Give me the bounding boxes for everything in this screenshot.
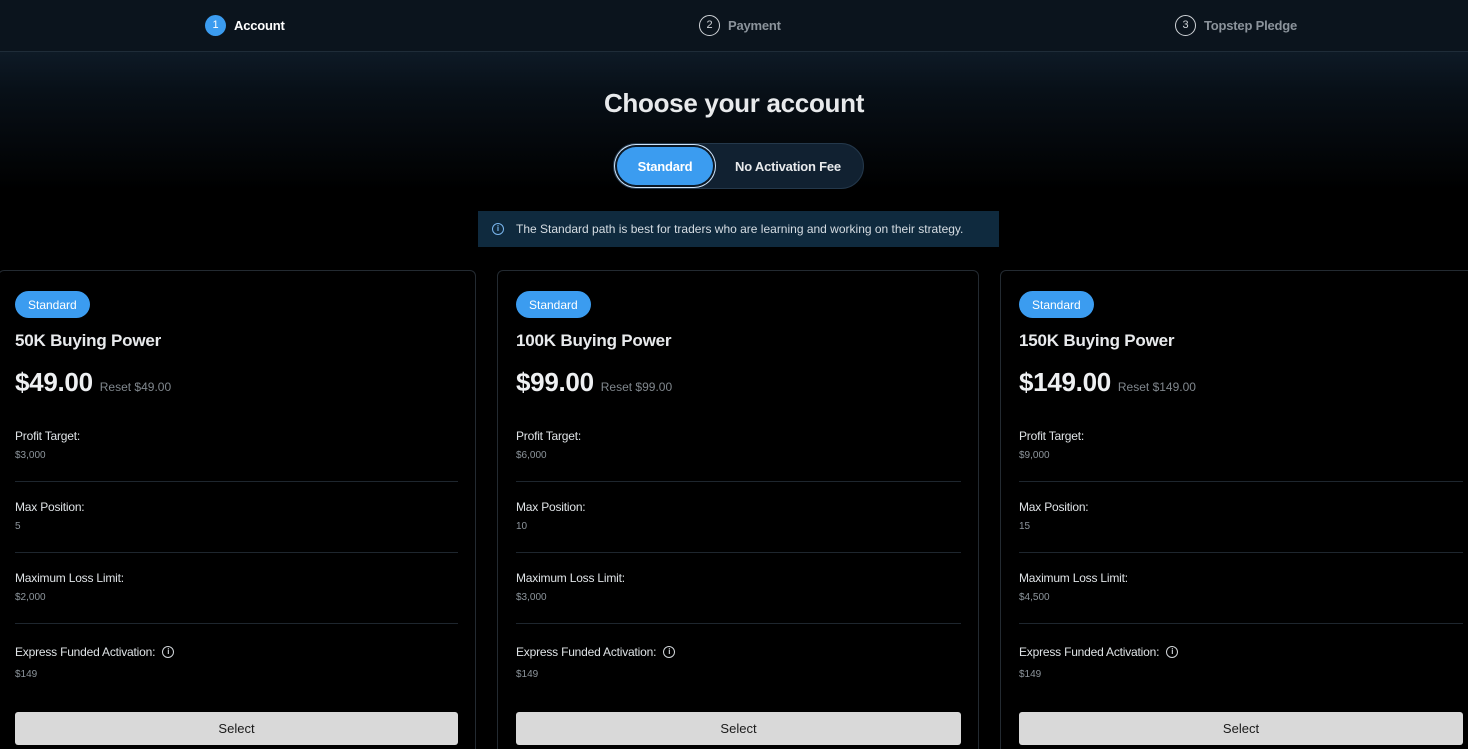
page: 1 Account 2 Payment 3 Topstep Pledge Cho… [0, 0, 1468, 749]
field-profit-target: Profit Target: $3,000 [15, 429, 80, 461]
divider [15, 623, 458, 624]
step-number: 2 [699, 14, 720, 36]
toggle-option-no-activation-fee[interactable]: No Activation Fee [724, 147, 852, 185]
card-title: 100K Buying Power [516, 331, 672, 350]
field-label: Express Funded Activation: [1019, 645, 1160, 659]
divider [1019, 552, 1463, 553]
info-icon[interactable]: i [1166, 646, 1179, 658]
price: $49.00 [15, 367, 93, 397]
field-value: $149 [1019, 669, 1042, 680]
field-express-funded-activation: Express Funded Activation: i $149 [15, 645, 175, 680]
step-account[interactable]: 1 Account [205, 14, 285, 36]
checkout-stepper: 1 Account 2 Payment 3 Topstep Pledge [0, 0, 1468, 52]
price-row: $49.00 Reset $49.00 [15, 367, 171, 398]
info-text: The Standard path is best for traders wh… [516, 222, 964, 236]
field-express-funded-activation: Express Funded Activation: i $149 [516, 645, 676, 680]
field-value: $149 [15, 669, 38, 680]
card-title: 150K Buying Power [1019, 331, 1175, 350]
select-button[interactable]: Select [1019, 712, 1463, 745]
field-label: Max Position: [15, 500, 85, 514]
field-max-loss-limit: Maximum Loss Limit: $4,500 [1019, 571, 1128, 603]
field-profit-target: Profit Target: $9,000 [1019, 429, 1084, 461]
info-banner: i The Standard path is best for traders … [478, 211, 999, 247]
reset-price: Reset $99.00 [600, 380, 673, 394]
field-label-row: Express Funded Activation: i [516, 645, 676, 659]
price-row: $149.00 Reset $149.00 [1019, 367, 1196, 398]
step-label: Topstep Pledge [1204, 17, 1298, 33]
field-max-position: Max Position: 5 [15, 500, 85, 532]
price: $99.00 [516, 367, 594, 397]
field-value: $3,000 [516, 592, 547, 603]
field-label: Maximum Loss Limit: [15, 571, 124, 585]
field-value: $2,000 [15, 592, 46, 603]
reset-price: Reset $49.00 [99, 380, 172, 394]
field-label: Profit Target: [1019, 429, 1085, 443]
info-icon[interactable]: i [162, 646, 175, 658]
account-card-150k: Standard 150K Buying Power $149.00 Reset… [1000, 270, 1468, 749]
plan-badge: Standard [15, 291, 90, 318]
select-button[interactable]: Select [516, 712, 961, 745]
field-max-loss-limit: Maximum Loss Limit: $3,000 [516, 571, 625, 603]
toggle-option-standard[interactable]: Standard [617, 147, 713, 185]
select-button[interactable]: Select [15, 712, 458, 745]
field-value: 5 [15, 521, 21, 532]
field-label: Max Position: [516, 500, 586, 514]
field-max-position: Max Position: 15 [1019, 500, 1089, 532]
field-label: Profit Target: [15, 429, 81, 443]
divider [15, 481, 458, 482]
step-number: 3 [1175, 14, 1196, 36]
field-label: Express Funded Activation: [516, 645, 657, 659]
field-value: $149 [516, 669, 539, 680]
price-row: $99.00 Reset $99.00 [516, 367, 672, 398]
field-max-loss-limit: Maximum Loss Limit: $2,000 [15, 571, 124, 603]
step-payment[interactable]: 2 Payment [699, 14, 781, 36]
account-card-50k: Standard 50K Buying Power $49.00 Reset $… [0, 270, 476, 749]
field-label: Maximum Loss Limit: [1019, 571, 1128, 585]
field-label: Express Funded Activation: [15, 645, 156, 659]
plan-badge: Standard [1019, 291, 1094, 318]
field-label-row: Express Funded Activation: i [1019, 645, 1179, 659]
field-profit-target: Profit Target: $6,000 [516, 429, 581, 461]
field-express-funded-activation: Express Funded Activation: i $149 [1019, 645, 1179, 680]
divider [516, 552, 961, 553]
account-card-100k: Standard 100K Buying Power $99.00 Reset … [497, 270, 979, 749]
price: $149.00 [1019, 367, 1111, 397]
field-value: $6,000 [516, 450, 547, 461]
field-value: 15 [1019, 521, 1031, 532]
divider [15, 552, 458, 553]
step-label: Account [234, 17, 285, 33]
reset-price: Reset $149.00 [1117, 380, 1196, 394]
field-label: Profit Target: [516, 429, 582, 443]
plan-badge: Standard [516, 291, 591, 318]
field-value: $3,000 [15, 450, 46, 461]
page-title: Choose your account [603, 88, 865, 118]
divider [516, 623, 961, 624]
step-topstep-pledge[interactable]: 3 Topstep Pledge [1175, 14, 1297, 36]
divider [516, 481, 961, 482]
field-value: $4,500 [1019, 592, 1050, 603]
divider [1019, 481, 1463, 482]
field-label: Maximum Loss Limit: [516, 571, 625, 585]
field-max-position: Max Position: 10 [516, 500, 586, 532]
field-value: $9,000 [1019, 450, 1050, 461]
card-title: 50K Buying Power [15, 331, 162, 350]
info-icon: i [492, 223, 504, 235]
divider [1019, 623, 1463, 624]
step-number: 1 [205, 14, 226, 36]
field-label-row: Express Funded Activation: i [15, 645, 175, 659]
step-label: Payment [728, 17, 781, 33]
field-label: Max Position: [1019, 500, 1089, 514]
field-value: 10 [516, 521, 528, 532]
account-type-toggle: Standard No Activation Fee [613, 143, 864, 189]
info-icon[interactable]: i [663, 646, 676, 658]
